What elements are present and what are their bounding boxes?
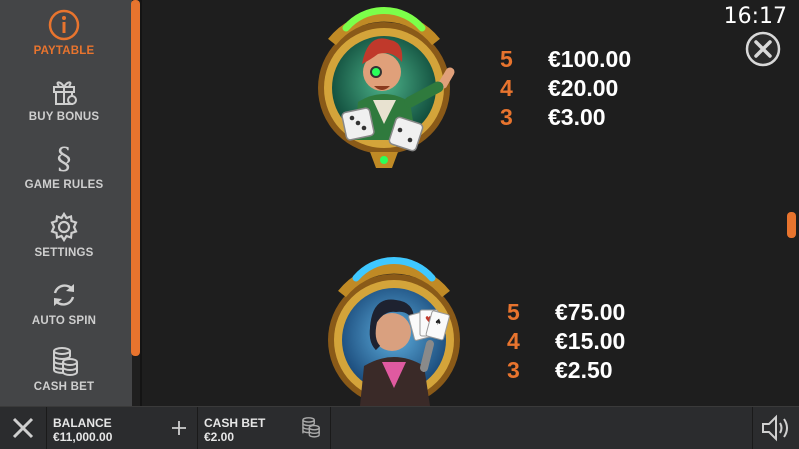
sidebar-item-paytable[interactable]: PAYTABLE: [0, 8, 128, 74]
symbol-count: 4: [507, 328, 520, 354]
payout-value: €2.50: [555, 357, 613, 383]
sidebar-item-cash-bet[interactable]: CASH BET: [0, 344, 128, 410]
close-icon: [12, 417, 34, 439]
balance-section: BALANCE €11,000.00: [47, 407, 198, 449]
cash-bet-value: €2.00: [204, 430, 235, 444]
cash-bet-label: CASH BET: [204, 416, 266, 430]
payout-row: 5 €75.00: [507, 299, 625, 326]
sound-toggle-button[interactable]: [752, 407, 799, 449]
sidebar-item-auto-spin[interactable]: AUTO SPIN: [0, 278, 128, 344]
gear-icon: [50, 211, 78, 243]
symbol-count: 4: [500, 75, 513, 101]
payout-value: €20.00: [548, 75, 619, 101]
coins-icon: [53, 347, 78, 376]
balance-value: €11,000.00: [53, 430, 113, 444]
balance-label: BALANCE: [53, 416, 112, 430]
plus-icon[interactable]: [171, 420, 187, 436]
sidebar-item-label: GAME RULES: [24, 179, 104, 191]
paytable-scrollbar[interactable]: [787, 212, 796, 238]
sidebar-item-label: CASH BET: [33, 381, 95, 393]
svg-text:§: §: [57, 142, 72, 176]
bottom-bar: BALANCE €11,000.00 CASH BET €2.00: [0, 406, 799, 449]
clock: 16:17: [723, 4, 787, 29]
speaker-icon: [762, 414, 788, 442]
gift-icon: [53, 81, 77, 105]
payout-row: 4 €15.00: [507, 328, 625, 355]
sidebar-item-label: BUY BONUS: [28, 111, 100, 123]
sidebar-item-label: SETTINGS: [34, 247, 94, 259]
info-icon: [48, 9, 80, 41]
payout-row: 4 €20.00: [500, 75, 618, 102]
payout-value: €75.00: [555, 299, 626, 325]
symbol-count: 5: [500, 46, 513, 72]
symbol-count: 3: [500, 104, 513, 130]
payout-row: 3 €2.50: [507, 357, 613, 384]
symbol-count: 5: [507, 299, 520, 325]
autospin-icon: [53, 284, 75, 306]
close-menu-button[interactable]: [0, 407, 47, 449]
sidebar-item-buy-bonus[interactable]: BUY BONUS: [0, 74, 128, 140]
coins-icon: [302, 417, 320, 438]
cash-bet-section[interactable]: CASH BET €2.00: [198, 407, 331, 449]
payout-row: 5 €100.00: [500, 46, 631, 73]
close-paytable-button[interactable]: [745, 31, 781, 67]
payout-row: 3 €3.00: [500, 104, 606, 131]
sidebar-item-label: AUTO SPIN: [31, 315, 97, 327]
sidebar-item-game-rules[interactable]: § GAME RULES: [0, 142, 128, 208]
card-player-symbol: ♥ ♠: [328, 257, 460, 406]
sidebar-item-label: PAYTABLE: [33, 45, 95, 57]
symbol-count: 3: [507, 357, 520, 383]
sidebar-menu: PAYTABLE BUY BONUS § GAME RULES SETTINGS: [0, 0, 132, 406]
payout-value: €15.00: [555, 328, 626, 354]
payout-value: €100.00: [548, 46, 632, 72]
payout-value: €3.00: [548, 104, 606, 130]
close-icon: [745, 31, 781, 67]
section-icon: §: [57, 142, 72, 176]
dice-gambler-symbol: [318, 7, 455, 168]
sidebar-item-settings[interactable]: SETTINGS: [0, 210, 128, 276]
sidebar-scrollbar[interactable]: [131, 0, 140, 356]
